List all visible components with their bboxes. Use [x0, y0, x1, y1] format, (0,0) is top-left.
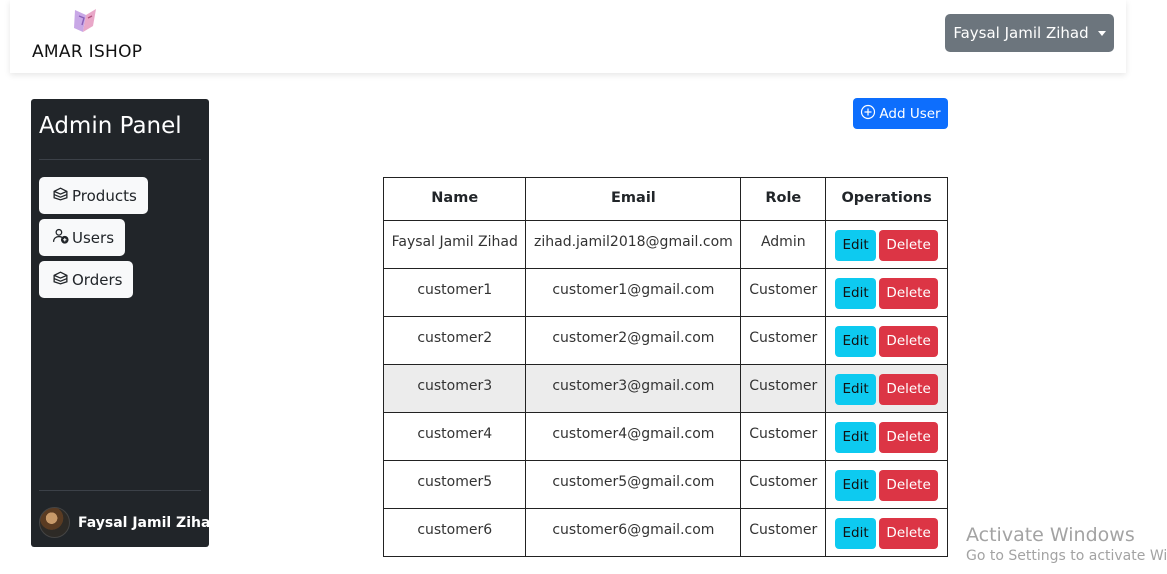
sidebar-title: Admin Panel — [39, 113, 182, 139]
sidebar-item-orders[interactable]: Orders — [39, 261, 134, 298]
cell-role: Customer — [740, 412, 827, 461]
user-menu-button[interactable]: Faysal Jamil Zihad — [945, 14, 1114, 52]
table-row: Faysal Jamil Zihad zihad.jamil2018@gmail… — [382, 220, 948, 269]
column-header-role: Role — [740, 177, 827, 221]
add-user-label: Add User — [879, 105, 941, 122]
top-navbar: AMAR ISHOP Faysal Jamil Zihad — [10, 0, 1126, 73]
cell-email: customer2@gmail.com — [525, 316, 742, 365]
brand[interactable]: AMAR ISHOP — [32, 4, 162, 64]
sidebar-item-products[interactable]: Products — [39, 177, 148, 214]
delete-button[interactable]: Delete — [879, 230, 939, 261]
plus-circle-icon — [860, 104, 876, 124]
cell-name: customer1 — [382, 268, 527, 317]
column-header-email: Email — [525, 177, 742, 221]
edit-button[interactable]: Edit — [835, 518, 877, 549]
delete-button[interactable]: Delete — [879, 374, 939, 405]
box-icon — [52, 269, 69, 290]
edit-button[interactable]: Edit — [835, 470, 877, 501]
cell-operations: Edit Delete — [825, 364, 948, 413]
caret-down-icon — [1097, 31, 1106, 36]
sidebar-divider — [39, 159, 201, 160]
user-add-icon — [52, 227, 69, 248]
edit-button[interactable]: Edit — [835, 278, 877, 309]
column-header-name: Name — [382, 177, 527, 221]
sidebar-user[interactable]: Faysal Jamil Zihad — [39, 507, 209, 538]
cell-email: customer5@gmail.com — [525, 460, 742, 509]
sidebar-divider — [39, 490, 201, 491]
table-row: customer1 customer1@gmail.com Customer E… — [382, 268, 948, 317]
column-header-operations: Operations — [825, 177, 948, 221]
shop-logo-icon — [72, 6, 98, 39]
users-table: Name Email Role Operations Faysal Jamil … — [382, 177, 948, 557]
add-user-button[interactable]: Add User — [853, 98, 948, 129]
sidebar-username: Faysal Jamil Zihad — [78, 514, 209, 531]
cell-name: customer4 — [382, 412, 527, 461]
cell-name: customer5 — [382, 460, 527, 509]
sidebar-item-users[interactable]: Users — [39, 219, 126, 256]
watermark-title: Activate Windows — [966, 524, 1135, 546]
table-row: customer2 customer2@gmail.com Customer E… — [382, 316, 948, 365]
sidebar-item-label: Users — [72, 228, 115, 247]
cell-role: Customer — [740, 268, 827, 317]
cell-role: Customer — [740, 460, 827, 509]
cell-role: Customer — [740, 316, 827, 365]
table-row: customer6 customer6@gmail.com Customer E… — [382, 508, 948, 557]
cell-name: customer6 — [382, 508, 527, 557]
cell-name: customer2 — [382, 316, 527, 365]
edit-button[interactable]: Edit — [835, 230, 877, 261]
brand-name: AMAR ISHOP — [32, 42, 143, 62]
watermark-subtitle: Go to Settings to activate Windows. — [966, 548, 1167, 564]
cell-email: customer6@gmail.com — [525, 508, 742, 557]
table-row: customer3 customer3@gmail.com Customer E… — [382, 364, 948, 413]
table-header-row: Name Email Role Operations — [382, 177, 948, 221]
cell-email: customer4@gmail.com — [525, 412, 742, 461]
table-row: customer4 customer4@gmail.com Customer E… — [382, 412, 948, 461]
delete-button[interactable]: Delete — [879, 278, 939, 309]
avatar — [39, 507, 70, 538]
sidebar-item-label: Products — [72, 186, 137, 205]
user-menu-label: Faysal Jamil Zihad — [953, 24, 1089, 42]
sidebar-item-label: Orders — [72, 270, 123, 289]
activate-windows-watermark: Activate Windows Go to Settings to activ… — [966, 524, 1167, 564]
cell-role: Customer — [740, 364, 827, 413]
box-icon — [52, 185, 69, 206]
cell-email: customer3@gmail.com — [525, 364, 742, 413]
admin-sidebar: Admin Panel Products Users Orders Faysal — [31, 99, 209, 547]
cell-role: Admin — [740, 220, 827, 269]
cell-operations: Edit Delete — [825, 508, 948, 557]
cell-name: customer3 — [382, 364, 527, 413]
edit-button[interactable]: Edit — [835, 374, 877, 405]
cell-operations: Edit Delete — [825, 316, 948, 365]
delete-button[interactable]: Delete — [879, 422, 939, 453]
cell-role: Customer — [740, 508, 827, 557]
cell-operations: Edit Delete — [825, 460, 948, 509]
cell-email: zihad.jamil2018@gmail.com — [525, 220, 742, 269]
delete-button[interactable]: Delete — [879, 518, 939, 549]
table-row: customer5 customer5@gmail.com Customer E… — [382, 460, 948, 509]
cell-email: customer1@gmail.com — [525, 268, 742, 317]
cell-operations: Edit Delete — [825, 220, 948, 269]
edit-button[interactable]: Edit — [835, 326, 877, 357]
cell-name: Faysal Jamil Zihad — [382, 220, 527, 269]
delete-button[interactable]: Delete — [879, 470, 939, 501]
delete-button[interactable]: Delete — [879, 326, 939, 357]
cell-operations: Edit Delete — [825, 268, 948, 317]
edit-button[interactable]: Edit — [835, 422, 877, 453]
cell-operations: Edit Delete — [825, 412, 948, 461]
